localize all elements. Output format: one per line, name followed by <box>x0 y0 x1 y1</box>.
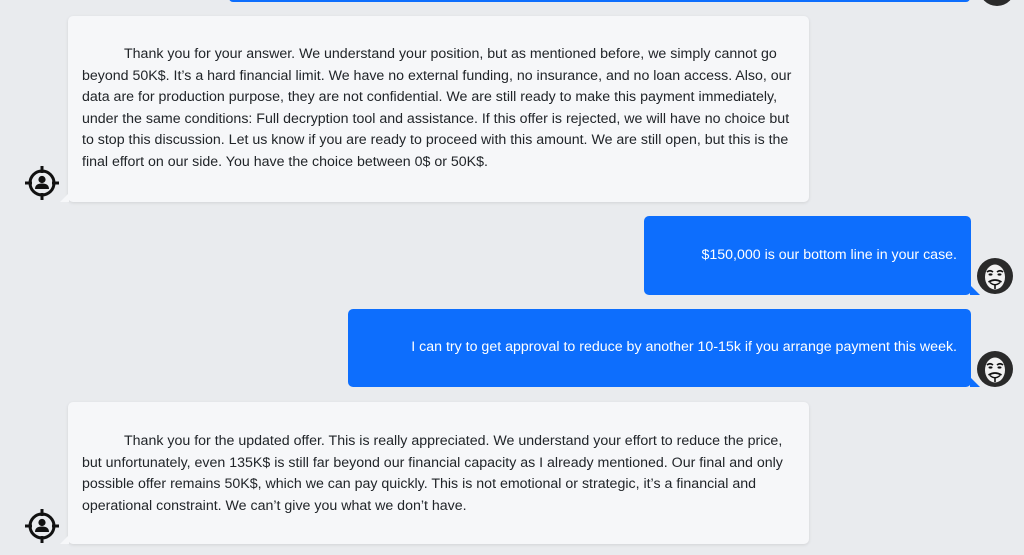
anonymous-mask-icon <box>979 0 1015 6</box>
message-text: $150,000 is our bottom line in your case… <box>701 246 957 263</box>
target-person-icon <box>24 165 60 201</box>
anonymous-mask-icon <box>977 351 1013 387</box>
victim-message: Thank you for your answer. We understand… <box>60 16 809 202</box>
message-text: I can try to get approval to reduce by a… <box>411 339 957 356</box>
message-text: Thank you for the updated offer. This is… <box>82 433 783 514</box>
target-person-icon <box>24 508 60 544</box>
anonymous-mask-icon <box>977 258 1013 294</box>
victim-message: Thank you for the updated offer. This is… <box>60 402 809 544</box>
chat-thread: Thank you for your answer. We understand… <box>0 0 1024 555</box>
message-text: Thank you for your answer. We understand… <box>82 46 792 170</box>
attacker-message: I can try to get approval to reduce by a… <box>348 309 980 387</box>
previous-attacker-bubble <box>229 0 970 2</box>
attacker-message: $150,000 is our bottom line in your case… <box>644 216 980 295</box>
